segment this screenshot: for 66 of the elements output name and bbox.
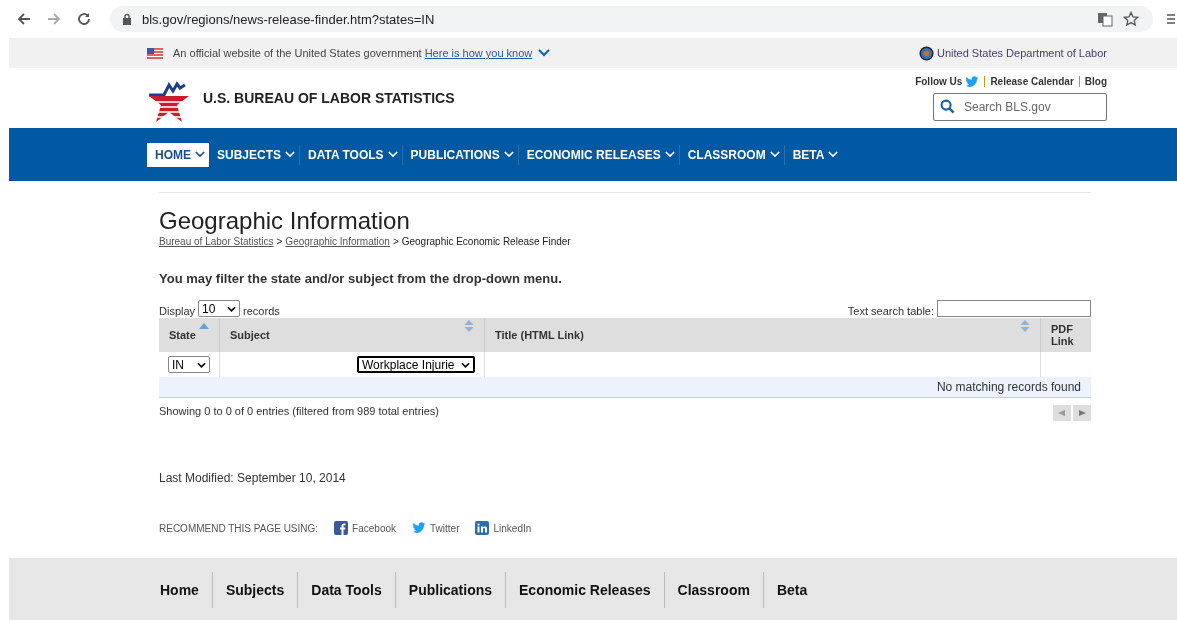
back-icon[interactable]	[16, 11, 32, 27]
footer-link[interactable]: Beta	[763, 581, 821, 598]
chevron-down-icon[interactable]	[538, 49, 551, 57]
last-modified-text: Last Modified: September 10, 2014	[159, 471, 347, 485]
seal-icon	[919, 45, 934, 61]
footer-link[interactable]: Subjects	[212, 581, 298, 598]
subject-dropdown[interactable]: Workplace Injurie	[357, 356, 475, 373]
column-header[interactable]: Title (HTML Link)	[484, 318, 1041, 352]
footer-link[interactable]: Economic Releases	[506, 581, 664, 598]
menu-icon[interactable]	[1167, 11, 1175, 27]
display-label: Display	[159, 305, 196, 317]
reload-icon[interactable]	[76, 11, 92, 27]
bird-icon	[412, 521, 426, 535]
linkedin-icon	[475, 521, 490, 535]
nav-tab[interactable]: PUBLICATIONS	[402, 142, 518, 167]
search-field[interactable]: Search BLS.gov	[933, 92, 1107, 121]
nav-tab[interactable]: SUBJECTS	[209, 142, 299, 167]
bird-icon[interactable]	[965, 75, 980, 88]
column-header[interactable]: PDF Link	[1040, 318, 1091, 352]
header-link[interactable]: Blog	[1084, 76, 1107, 87]
address-bar[interactable]: bls.gov/regions/news-release-finder.htm?states=IN	[110, 6, 1153, 32]
column-header[interactable]: Subject	[219, 318, 485, 352]
chevron-down-icon[interactable]	[195, 151, 205, 158]
flag-icon	[147, 47, 163, 59]
table-search-field[interactable]	[937, 300, 1091, 317]
nav-tab[interactable]: CLASSROOM	[679, 142, 784, 167]
instruction-text: You may filter the state and/or subject from the drop-down menu.	[159, 271, 563, 286]
next-page-icon[interactable]	[1073, 405, 1091, 421]
share-link[interactable]: Twitter	[412, 521, 460, 535]
official-website-text: An official website of the United States government	[173, 47, 422, 59]
site-title[interactable]: U.S. BUREAU OF LABOR STATISTICS	[203, 90, 455, 106]
footer-link[interactable]: Home	[150, 581, 212, 598]
nav-tab[interactable]: DATA TOOLS	[300, 142, 402, 167]
records-label: records	[243, 305, 280, 317]
page-title: Geographic Information	[159, 207, 411, 235]
empty-table-message: No matching records found	[936, 380, 1081, 394]
share-link[interactable]: LinkedIn	[475, 521, 532, 535]
table-info-text: Showing 0 to 0 of 0 entries (filtered from 989 total entries)	[159, 405, 440, 419]
page-length-dropdown[interactable]: 10	[198, 300, 241, 317]
chevron-down-icon	[461, 361, 470, 368]
footer-link[interactable]: Publications	[395, 581, 506, 598]
breadcrumb-current: Geographic Economic Release Finder	[401, 236, 571, 247]
footer-link[interactable]: Data Tools	[298, 581, 395, 598]
department-of-labor-link[interactable]: United States Department of Labor	[937, 47, 1107, 59]
breadcrumb-link[interactable]: Geographic Information	[285, 236, 390, 247]
footer-link[interactable]: Classroom	[664, 581, 763, 598]
chevron-down-icon	[197, 361, 206, 368]
facebook-icon	[334, 521, 349, 535]
breadcrumb-separator: >	[392, 236, 399, 247]
column-header[interactable]: State	[159, 318, 220, 352]
chevron-down-icon	[227, 305, 237, 312]
header-link[interactable]: Release Calendar	[990, 76, 1074, 87]
search-icon	[940, 98, 955, 114]
state-dropdown[interactable]: IN	[168, 356, 210, 373]
search-label: Text search table:	[847, 305, 934, 317]
recommend-label: RECOMMEND THIS PAGE USING:	[159, 522, 319, 534]
nav-tab[interactable]: BETA	[784, 142, 843, 167]
nav-tab[interactable]: HOME	[147, 142, 209, 167]
share-link[interactable]: Facebook	[334, 521, 396, 535]
lock-icon	[122, 13, 132, 25]
follow-us-text: Follow Us	[915, 76, 963, 87]
star-icon[interactable]	[1123, 11, 1139, 27]
how-you-know-link[interactable]: Here is how you know	[424, 47, 533, 59]
breadcrumb-link[interactable]: Bureau of Labor Statistics	[159, 236, 274, 247]
breadcrumb-separator: >	[276, 236, 283, 247]
nav-tab[interactable]: ECONOMIC RELEASES	[518, 142, 679, 167]
